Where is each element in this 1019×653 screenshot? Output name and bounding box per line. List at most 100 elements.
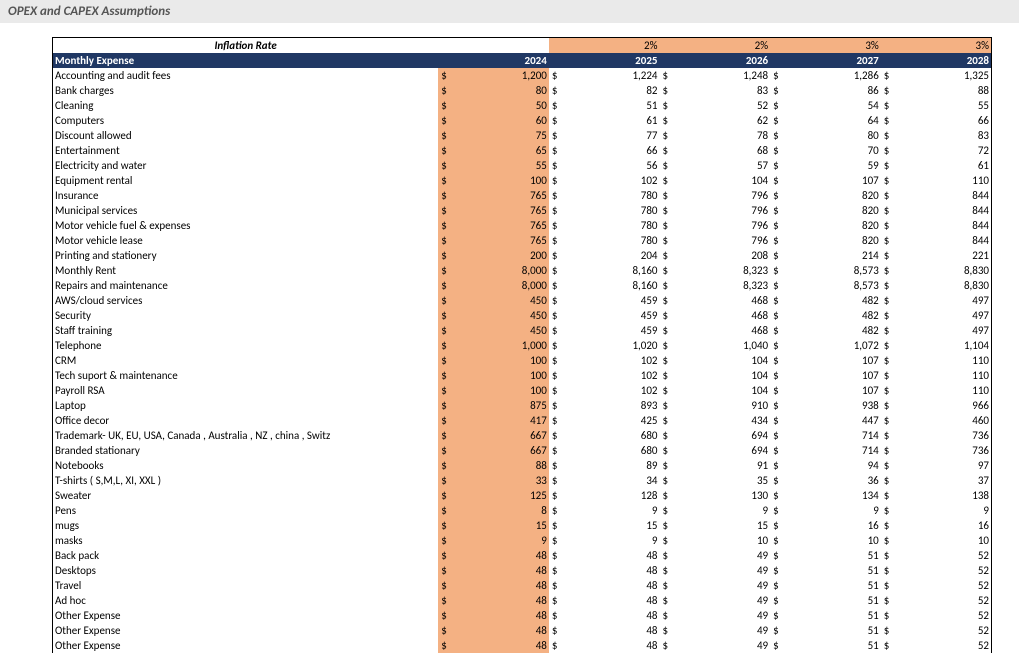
- currency-symbol: $: [770, 413, 788, 428]
- expense-value: 89: [567, 458, 660, 473]
- expense-label: Accounting and audit fees: [53, 68, 439, 83]
- table-row: Security$450$459$468$482$497: [53, 308, 992, 323]
- table-row: masks$9$9$10$10$10: [53, 533, 992, 548]
- currency-symbol: $: [881, 518, 899, 533]
- expense-value[interactable]: 667: [456, 428, 549, 443]
- expense-value[interactable]: 1,000: [456, 338, 549, 353]
- expense-value[interactable]: 875: [456, 398, 549, 413]
- expense-value: 796: [677, 203, 770, 218]
- currency-symbol: $: [438, 593, 456, 608]
- currency-symbol: $: [659, 248, 677, 263]
- expense-value: 130: [677, 488, 770, 503]
- expense-value[interactable]: 75: [456, 128, 549, 143]
- infl-rate-2027-cur[interactable]: [770, 38, 788, 54]
- expense-label: Electricity and water: [53, 158, 439, 173]
- table-row: Sweater$125$128$130$134$138: [53, 488, 992, 503]
- expense-value[interactable]: 450: [456, 308, 549, 323]
- currency-symbol: $: [438, 383, 456, 398]
- currency-symbol: $: [770, 623, 788, 638]
- expense-value: 844: [899, 233, 992, 248]
- expense-value[interactable]: 417: [456, 413, 549, 428]
- expense-label: Municipal services: [53, 203, 439, 218]
- expense-value: 910: [677, 398, 770, 413]
- table-row: Travel$48$48$49$51$52: [53, 578, 992, 593]
- currency-symbol: $: [881, 203, 899, 218]
- currency-symbol: $: [770, 458, 788, 473]
- currency-symbol: $: [549, 413, 567, 428]
- expense-value[interactable]: 50: [456, 98, 549, 113]
- infl-rate-2025-cur[interactable]: [549, 38, 567, 54]
- expense-value[interactable]: 48: [456, 638, 549, 653]
- expense-value: 796: [677, 188, 770, 203]
- currency-symbol: $: [881, 443, 899, 458]
- expense-value: 49: [677, 593, 770, 608]
- currency-symbol: $: [770, 263, 788, 278]
- infl-rate-2028-cur[interactable]: [881, 38, 899, 54]
- expense-value: 694: [677, 443, 770, 458]
- expense-value[interactable]: 765: [456, 203, 549, 218]
- table-row: Monthly Rent$8,000$8,160$8,323$8,573$8,8…: [53, 263, 992, 278]
- expense-value: 459: [567, 308, 660, 323]
- expense-value[interactable]: 48: [456, 593, 549, 608]
- infl-rate-2026[interactable]: 2%: [677, 38, 770, 54]
- expense-value[interactable]: 48: [456, 563, 549, 578]
- expense-value[interactable]: 9: [456, 533, 549, 548]
- expense-value[interactable]: 100: [456, 353, 549, 368]
- expense-value: 8,323: [677, 278, 770, 293]
- expense-value: 66: [899, 113, 992, 128]
- expense-value[interactable]: 15: [456, 518, 549, 533]
- expense-value[interactable]: 48: [456, 578, 549, 593]
- infl-rate-2026-cur[interactable]: [659, 38, 677, 54]
- expense-value[interactable]: 1,200: [456, 68, 549, 83]
- expense-value[interactable]: 33: [456, 473, 549, 488]
- table-row: Computers$60$61$62$64$66: [53, 113, 992, 128]
- currency-symbol: $: [659, 473, 677, 488]
- expense-value[interactable]: 200: [456, 248, 549, 263]
- expense-value: 204: [567, 248, 660, 263]
- expense-value[interactable]: 125: [456, 488, 549, 503]
- expense-value[interactable]: 80: [456, 83, 549, 98]
- expense-value: 736: [899, 443, 992, 458]
- expense-value: 1,286: [788, 68, 881, 83]
- expense-value[interactable]: 667: [456, 443, 549, 458]
- expense-value[interactable]: 765: [456, 233, 549, 248]
- expense-value[interactable]: 100: [456, 368, 549, 383]
- currency-symbol: $: [659, 548, 677, 563]
- currency-symbol: $: [881, 353, 899, 368]
- expense-value: 52: [677, 98, 770, 113]
- expense-value[interactable]: 450: [456, 293, 549, 308]
- expense-value[interactable]: 765: [456, 218, 549, 233]
- expense-label: Telephone: [53, 338, 439, 353]
- expense-value[interactable]: 48: [456, 623, 549, 638]
- expense-value: 8,160: [567, 278, 660, 293]
- infl-rate-2028[interactable]: 3%: [899, 38, 992, 54]
- currency-symbol: $: [438, 638, 456, 653]
- currency-symbol: $: [770, 518, 788, 533]
- expense-value: 434: [677, 413, 770, 428]
- expense-value: 61: [567, 113, 660, 128]
- expense-value[interactable]: 55: [456, 158, 549, 173]
- infl-rate-2025[interactable]: 2%: [567, 38, 660, 54]
- expense-value[interactable]: 8,000: [456, 278, 549, 293]
- expense-value: 110: [899, 383, 992, 398]
- expense-value[interactable]: 60: [456, 113, 549, 128]
- expense-value[interactable]: 100: [456, 383, 549, 398]
- expense-value[interactable]: 48: [456, 548, 549, 563]
- currency-symbol: $: [549, 98, 567, 113]
- expense-value[interactable]: 65: [456, 143, 549, 158]
- currency-symbol: $: [549, 623, 567, 638]
- expense-value[interactable]: 8: [456, 503, 549, 518]
- expense-value: 694: [677, 428, 770, 443]
- expense-value: 482: [788, 308, 881, 323]
- expense-value[interactable]: 450: [456, 323, 549, 338]
- expense-value[interactable]: 88: [456, 458, 549, 473]
- expense-value: 497: [899, 323, 992, 338]
- expense-value[interactable]: 100: [456, 173, 549, 188]
- expense-label: masks: [53, 533, 439, 548]
- expense-value[interactable]: 765: [456, 188, 549, 203]
- expense-value[interactable]: 8,000: [456, 263, 549, 278]
- infl-rate-2027[interactable]: 3%: [788, 38, 881, 54]
- currency-symbol: $: [881, 578, 899, 593]
- expense-value: 104: [677, 353, 770, 368]
- currency-symbol: $: [659, 623, 677, 638]
